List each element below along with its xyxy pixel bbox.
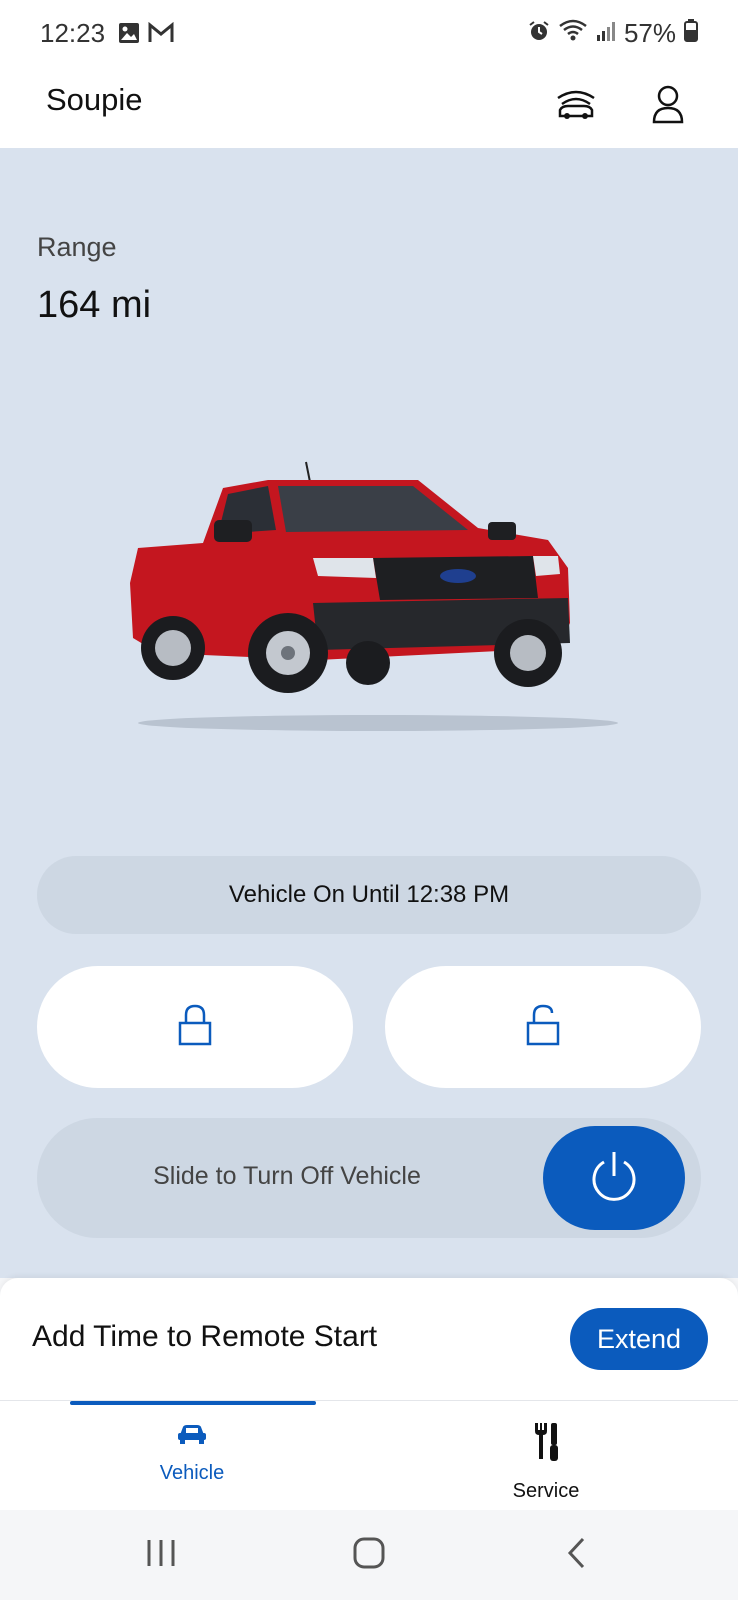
home-button[interactable] <box>344 1532 394 1578</box>
power-icon <box>586 1148 642 1209</box>
app-header: Soupie <box>0 68 738 148</box>
recent-apps-icon <box>144 1538 178 1573</box>
status-bar: 12:23 57% <box>0 0 738 68</box>
bottom-nav: Vehicle Service <box>0 1400 738 1510</box>
extend-button[interactable]: Extend <box>570 1308 708 1370</box>
lock-button[interactable] <box>37 966 353 1088</box>
page-title: Soupie <box>46 82 143 117</box>
account-icon[interactable] <box>646 82 690 126</box>
turn-off-slider[interactable]: Slide to Turn Off Vehicle <box>37 1118 701 1238</box>
alarm-icon <box>528 18 550 49</box>
remote-start-card: Add Time to Remote Start Extend <box>0 1278 738 1400</box>
system-nav-bar <box>0 1510 738 1600</box>
tab-vehicle[interactable]: Vehicle <box>92 1411 292 1507</box>
unlock-button[interactable] <box>385 966 701 1088</box>
active-tab-indicator <box>70 1401 316 1405</box>
lock-icon <box>177 1003 213 1052</box>
slider-handle[interactable] <box>543 1126 685 1230</box>
back-icon <box>565 1536 589 1575</box>
slider-label: Slide to Turn Off Vehicle <box>153 1162 421 1190</box>
vehicle-image <box>118 448 618 748</box>
signal-icon <box>596 18 616 49</box>
home-icon <box>352 1536 386 1575</box>
unlock-icon <box>525 1003 561 1052</box>
wifi-icon <box>558 18 588 49</box>
tab-vehicle-label: Vehicle <box>159 1462 225 1484</box>
battery-icon <box>684 18 698 49</box>
gmail-icon <box>148 21 174 49</box>
tab-service[interactable]: Service <box>446 1411 646 1507</box>
remote-start-text: Add Time to Remote Start <box>32 1320 378 1353</box>
recent-apps-button[interactable] <box>136 1532 186 1578</box>
status-time: 12:23 <box>40 18 106 48</box>
tools-icon <box>446 1421 646 1468</box>
gallery-icon <box>118 22 140 49</box>
vehicle-status-banner: Vehicle On Until 12:38 PM <box>37 856 701 934</box>
battery-percent: 57% <box>623 18 676 48</box>
back-button[interactable] <box>552 1532 602 1578</box>
garage-icon[interactable] <box>554 82 598 126</box>
vehicle-panel: Range 164 mi Vehicle On Until 12:38 PM S… <box>0 148 738 1278</box>
range-value: 164 mi <box>37 284 152 326</box>
tab-service-label: Service <box>512 1480 580 1502</box>
car-icon <box>92 1421 292 1450</box>
range-label: Range <box>37 232 117 262</box>
